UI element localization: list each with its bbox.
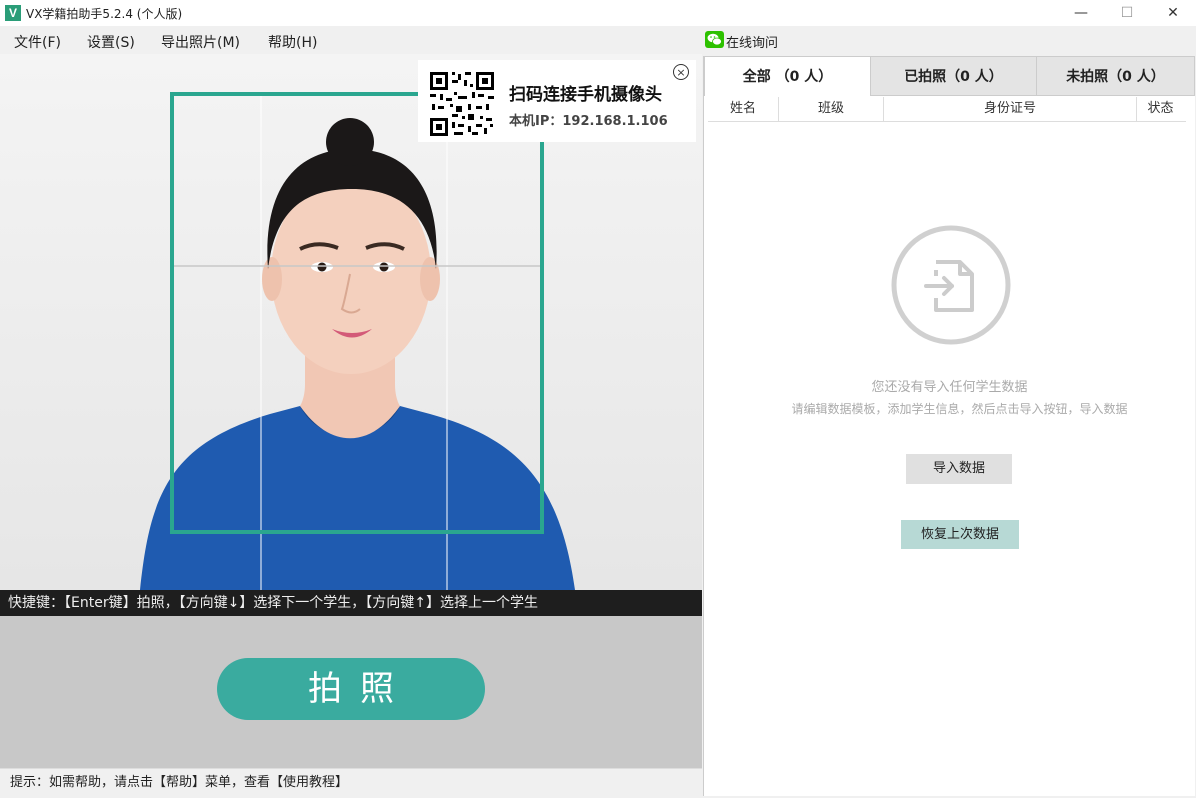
tab-photographed[interactable]: 已拍照（0 人） <box>870 56 1037 96</box>
shoot-area: 拍照 <box>0 616 702 768</box>
minimize-button[interactable]: — <box>1058 0 1104 26</box>
online-ask-link[interactable]: 在线询问 <box>726 32 778 51</box>
qr-code-icon[interactable] <box>428 70 496 138</box>
title-bar: V VX学籍拍助手5.2.4 (个人版) — ☐ ✕ <box>0 0 1196 26</box>
qr-connect-card: 扫码连接手机摄像头 本机IP：192.168.1.106 × <box>418 60 696 142</box>
close-button[interactable]: ✕ <box>1150 0 1196 26</box>
status-bar-hint: 提示：如需帮助，请点击【帮助】菜单，查看【使用教程】 <box>0 768 702 798</box>
empty-state-title: 您还没有导入任何学生数据 <box>871 380 1028 395</box>
column-class[interactable]: 班级 <box>779 97 884 121</box>
local-ip-label: 本机IP：192.168.1.106 <box>509 114 668 129</box>
student-list-panel: 全部 （0 人） 已拍照（0 人） 未拍照（0 人） 姓名 班级 身份证号 状态… <box>703 56 1195 796</box>
qr-title: 扫码连接手机摄像头 <box>509 85 662 105</box>
maximize-button[interactable]: ☐ <box>1104 0 1150 26</box>
file-import-icon <box>891 225 1011 345</box>
menu-settings[interactable]: 设置(S) <box>87 32 135 52</box>
camera-preview: 扫码连接手机摄像头 本机IP：192.168.1.106 × <box>0 54 702 590</box>
shortcut-tip-bar: 快捷键：【Enter键】拍照，【方向键↓】选择下一个学生，【方向键↑】选择上一个… <box>0 590 702 616</box>
take-photo-button[interactable]: 拍照 <box>217 658 485 720</box>
window-title: VX学籍拍助手5.2.4 (个人版) <box>26 7 183 21</box>
column-id-number[interactable]: 身份证号 <box>884 97 1137 121</box>
qr-close-icon[interactable]: × <box>673 64 689 80</box>
menu-bar: 文件(F) 设置(S) 导出照片(M) 帮助(H) <box>0 26 1196 54</box>
app-logo-icon: V <box>5 5 21 21</box>
tab-all[interactable]: 全部 （0 人） <box>704 56 871 96</box>
tab-not-photographed[interactable]: 未拍照（0 人） <box>1036 56 1195 96</box>
menu-help[interactable]: 帮助(H) <box>268 32 317 52</box>
restore-last-data-button[interactable]: 恢复上次数据 <box>901 520 1019 549</box>
column-name[interactable]: 姓名 <box>708 97 779 121</box>
import-data-button[interactable]: 导入数据 <box>906 454 1012 484</box>
menu-file[interactable]: 文件(F) <box>14 32 61 52</box>
menu-export-photos[interactable]: 导出照片(M) <box>161 32 240 52</box>
wechat-icon[interactable] <box>705 31 724 48</box>
empty-state-description: 请编辑数据模板，添加学生信息，然后点击导入按钮，导入数据 <box>791 402 1128 416</box>
column-status[interactable]: 状态 <box>1137 97 1184 121</box>
